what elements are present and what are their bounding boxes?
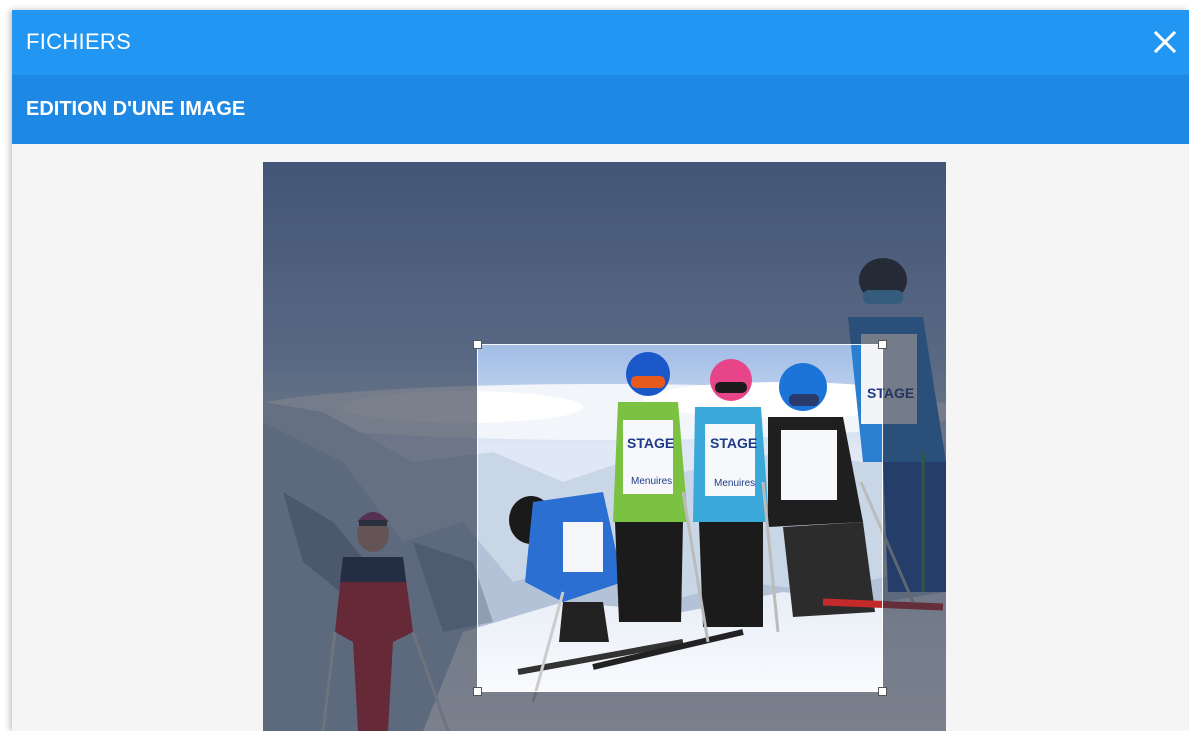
close-icon [1153, 30, 1177, 54]
image-crop-canvas[interactable]: STAGE STAGE Menuires Menuires STAGE [263, 162, 946, 731]
crop-selection[interactable] [473, 340, 887, 696]
crop-handle-bottom-left[interactable] [473, 687, 482, 696]
editor-heading: EDITION D'UNE IMAGE [26, 98, 246, 120]
close-button[interactable] [1147, 24, 1183, 60]
crop-handle-top-left[interactable] [473, 340, 482, 349]
files-modal: FICHIERS EDITION D'UNE IMAGE STAGE STAGE… [12, 10, 1189, 731]
modal-title: FICHIERS [26, 29, 132, 54]
crop-handle-bottom-right[interactable] [878, 687, 887, 696]
editor-subheader: EDITION D'UNE IMAGE [12, 75, 1189, 144]
crop-handle-top-right[interactable] [878, 340, 887, 349]
modal-header: FICHIERS [12, 10, 1189, 75]
